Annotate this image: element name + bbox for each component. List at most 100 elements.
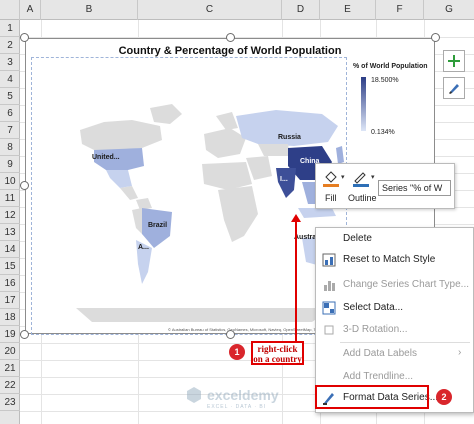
- country-central-america: [120, 186, 138, 200]
- column-header-d[interactable]: D: [282, 0, 320, 20]
- outline-pen-icon: [353, 172, 369, 187]
- step-2-badge: 2: [436, 389, 452, 405]
- menu-item-label: Reset to Match Style: [343, 254, 436, 265]
- country-europe: [204, 128, 246, 158]
- select-data-icon: [322, 301, 336, 315]
- rotation-icon: [324, 325, 334, 335]
- column-header-a[interactable]: A: [20, 0, 41, 20]
- mini-toolbar: ▾ Fill ▾ Outline Series "% of W: [315, 163, 455, 209]
- chevron-down-icon[interactable]: ▾: [341, 173, 345, 181]
- row-header[interactable]: 3: [0, 54, 20, 71]
- row-header[interactable]: 11: [0, 190, 20, 207]
- country-africa-north: [202, 162, 252, 190]
- exceldemy-logo-icon: [187, 387, 201, 403]
- legend-max-value: 18.500%: [371, 77, 399, 84]
- row-header[interactable]: 8: [0, 139, 20, 156]
- menu-item-reset-to-match-style[interactable]: Reset to Match Style: [316, 250, 474, 270]
- paint-bucket-icon: [323, 171, 339, 187]
- step-1-badge: 1: [229, 344, 245, 360]
- resize-handle-bottom-left[interactable]: [20, 330, 29, 339]
- world-map[interactable]: [32, 58, 348, 336]
- column-header-c[interactable]: C: [138, 0, 282, 20]
- menu-item-label: Delete: [343, 233, 372, 244]
- label-india: I...: [280, 176, 288, 183]
- row-header[interactable]: 7: [0, 122, 20, 139]
- column-header-b[interactable]: B: [41, 0, 138, 20]
- label-brazil: Brazil: [148, 222, 168, 229]
- legend-color-scale: [361, 77, 366, 131]
- callout-arrow-line: [295, 221, 297, 341]
- row-header[interactable]: 10: [0, 173, 20, 190]
- watermark: exceldemy: [185, 386, 279, 404]
- plot-area[interactable]: United... Russia China I... Brazil A... …: [31, 57, 348, 336]
- menu-item-add-data-labels[interactable]: Add Data Labels ›: [316, 344, 474, 364]
- country-mexico: [106, 170, 132, 188]
- chevron-right-icon: ›: [458, 347, 462, 358]
- country-peru: [132, 208, 142, 234]
- menu-item-label: Change Series Chart Type...: [343, 279, 469, 290]
- legend-title: % of World Population: [353, 63, 428, 70]
- menu-item-change-series-chart-type[interactable]: Change Series Chart Type...: [316, 275, 474, 295]
- column-header-f[interactable]: F: [376, 0, 424, 20]
- watermark-tagline: EXCEL · DATA · BI: [207, 404, 267, 410]
- resize-handle-top-left[interactable]: [20, 33, 29, 42]
- menu-item-label: Add Trendline...: [343, 371, 414, 382]
- outline-label: Outline: [348, 193, 377, 203]
- select-all-corner[interactable]: [0, 0, 20, 20]
- row-header[interactable]: 6: [0, 105, 20, 122]
- row-header[interactable]: 2: [0, 37, 20, 54]
- row-header[interactable]: 9: [0, 156, 20, 173]
- row-header[interactable]: 18: [0, 309, 20, 326]
- label-united-states: United...: [92, 154, 120, 161]
- menu-item-label: Select Data...: [343, 302, 404, 313]
- country-greenland: [150, 104, 182, 124]
- row-header[interactable]: 13: [0, 224, 20, 241]
- chart-elements-button[interactable]: [443, 50, 465, 72]
- country-japan: [336, 146, 344, 164]
- menu-separator: [340, 342, 470, 343]
- row-header[interactable]: 5: [0, 88, 20, 105]
- resize-handle-middle-left[interactable]: [20, 181, 29, 190]
- column-header-g[interactable]: G: [424, 0, 474, 20]
- outline-button[interactable]: ▾ Outline: [348, 167, 378, 207]
- country-africa-central: [218, 186, 258, 242]
- resize-handle-bottom-center[interactable]: [226, 330, 235, 339]
- chart-styles-button[interactable]: [443, 77, 465, 99]
- column-header-e[interactable]: E: [320, 0, 376, 20]
- series-selector[interactable]: Series "% of W: [378, 180, 451, 196]
- row-header-bar: 1 2 3 4 5 6 7 8 9 10 11 12 13 14 15 16 1…: [0, 20, 20, 424]
- fill-button[interactable]: ▾ Fill: [319, 167, 349, 207]
- plus-icon: [448, 55, 460, 67]
- country-india: [276, 168, 296, 198]
- label-russia: Russia: [278, 134, 301, 141]
- antarctica: [76, 308, 332, 322]
- row-header[interactable]: 17: [0, 292, 20, 309]
- row-header[interactable]: 20: [0, 343, 20, 360]
- row-header[interactable]: 14: [0, 241, 20, 258]
- resize-handle-top-right[interactable]: [431, 33, 440, 42]
- menu-item-3d-rotation[interactable]: 3-D Rotation...: [316, 320, 474, 340]
- chevron-down-icon[interactable]: ▾: [371, 173, 375, 181]
- row-header[interactable]: 22: [0, 377, 20, 394]
- row-header[interactable]: 4: [0, 71, 20, 88]
- watermark-brand: exceldemy: [207, 387, 279, 403]
- callout-arrow-head: [291, 214, 301, 222]
- brush-icon: [449, 84, 459, 94]
- menu-item-add-trendline[interactable]: Add Trendline...: [316, 367, 474, 387]
- row-header[interactable]: 21: [0, 360, 20, 377]
- menu-item-label: 3-D Rotation...: [343, 324, 408, 335]
- highlight-format-data-series: [315, 385, 429, 409]
- resize-handle-top-center[interactable]: [226, 33, 235, 42]
- row-header[interactable]: 19: [0, 326, 20, 343]
- row-header[interactable]: 16: [0, 275, 20, 292]
- row-header[interactable]: 15: [0, 258, 20, 275]
- chart-title[interactable]: Country & Percentage of World Population: [26, 45, 434, 57]
- country-colombia: [136, 198, 152, 210]
- row-header[interactable]: 12: [0, 207, 20, 224]
- row-header[interactable]: 1: [0, 20, 20, 37]
- reset-style-icon: [322, 253, 336, 267]
- menu-item-delete[interactable]: Delete: [316, 229, 474, 249]
- callout-text-right-click: right-click on a country: [251, 341, 304, 365]
- menu-item-select-data[interactable]: Select Data...: [316, 298, 474, 318]
- row-header[interactable]: 23: [0, 394, 20, 411]
